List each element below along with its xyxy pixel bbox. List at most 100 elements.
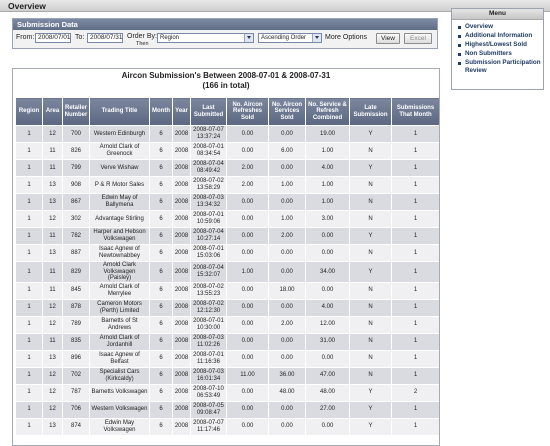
order-by-label: Order By: (127, 33, 157, 40)
table-cell: 2008 (172, 281, 191, 300)
view-button[interactable]: View (376, 33, 400, 44)
table-cell: 2008-07-03 11:02:26 (190, 332, 227, 351)
table-cell: 11.00 (226, 366, 269, 385)
excel-button[interactable]: Excel (404, 33, 432, 44)
table-row: 1 12 789 Barnetts of St Andrews 6 2008 2008-07… (15, 315, 439, 334)
from-date-input[interactable]: 2008/07/01 (35, 33, 71, 43)
column-header: Month (149, 97, 173, 126)
table-cell: 2.00 (268, 227, 306, 245)
table-cell: Western Edinburgh (89, 125, 150, 143)
table-cell: 782 (62, 227, 90, 245)
table-cell: 1 (391, 349, 439, 368)
table-row: 1 11 835 Arnold Clark of Jordanhill 6 2008 200… (15, 332, 439, 351)
menu-list: Overview Additional Information Highest/… (452, 20, 543, 75)
column-header: Submissions That Month (391, 97, 439, 126)
menu-item-non-submitters[interactable]: Non Submitters (458, 50, 543, 58)
report-title-line2: (166 in total) (202, 81, 250, 90)
table-cell: 12 (42, 315, 63, 334)
table-cell: 1 (391, 142, 439, 160)
table-cell: 1 (391, 244, 439, 262)
table-cell: Arnold Clark of Greenock (89, 142, 150, 160)
table-cell: 6 (149, 315, 173, 334)
table-cell: 12.00 (305, 315, 350, 334)
table-cell: 6 (149, 193, 173, 211)
table-cell: 2008-07-04 15:32:07 (190, 261, 227, 283)
table-cell: Isaac Agnew of Newtownabbey (89, 244, 150, 262)
table-cell: 0.00 (268, 417, 306, 436)
table-cell: 0.00 (226, 332, 269, 351)
menu-item-overview[interactable]: Overview (458, 23, 543, 31)
table-cell: N (349, 142, 392, 160)
table-cell: 1 (15, 159, 43, 177)
table-row: 1 11 782 Harper and Hebson Volkswagen 6 2008 2… (15, 227, 439, 245)
table-row: 1 11 799 Verve Wishaw 6 2008 2008-07-04 08:49:… (15, 159, 439, 177)
more-options-link[interactable]: More Options (325, 34, 367, 41)
table-cell: 1 (15, 193, 43, 211)
table-cell: 1.00 (268, 210, 306, 228)
table-cell: 0.00 (268, 298, 306, 317)
table-cell: N (349, 315, 392, 334)
table-cell: 0.00 (226, 298, 269, 317)
to-date-input[interactable]: 2008/07/31 (87, 33, 123, 43)
table-cell: 47.00 (305, 366, 350, 385)
sort-direction-select[interactable]: Ascending Order (258, 33, 322, 43)
table-row: 1 13 896 Isaac Agnew of Belfast 6 2008 2008-07… (15, 349, 439, 368)
table-cell: 1 (391, 159, 439, 177)
table-cell: 0.00 (226, 210, 269, 228)
menu-item-submission-participation-review[interactable]: Submission Participation Review (458, 59, 543, 75)
table-cell: Y (349, 383, 392, 402)
table-cell: 1 (391, 332, 439, 351)
table-cell: 2008-07-04 08:49:42 (190, 159, 227, 177)
table-row: 1 12 700 Western Edinburgh 6 2008 2008-07-07 1… (15, 125, 439, 143)
side-menu: Menu Overview Additional Information Hig… (451, 8, 544, 90)
menu-item-additional-information[interactable]: Additional Information (458, 32, 543, 40)
menu-item-highest-lowest-sold[interactable]: Highest/Lowest Sold (458, 41, 543, 49)
table-cell: 0.00 (226, 349, 269, 368)
table-cell: 0.00 (305, 417, 350, 436)
table-cell: 2008-07-01 08:34:54 (190, 142, 227, 160)
table-cell: 0.00 (305, 227, 350, 245)
table-cell: 1 (391, 125, 439, 143)
table-cell: 878 (62, 298, 90, 317)
table-cell: 2008-07-05 09:08:47 (190, 400, 227, 419)
table-cell: 826 (62, 142, 90, 160)
table-cell: Arnold Clark Volkswagen (Paisley) (89, 261, 150, 283)
table-cell: Edwin May Volkswagen (89, 417, 150, 436)
chevron-down-icon (312, 34, 321, 42)
table-cell: 1 (391, 400, 439, 419)
table-cell: 0.00 (305, 244, 350, 262)
table-cell: 789 (62, 315, 90, 334)
table-row: 1 13 867 Edwin May of Ballymena 6 2008 2008-07… (15, 193, 439, 211)
column-header: Trading Title (89, 97, 150, 126)
table-cell: 1.00 (226, 261, 269, 283)
table-cell: 11 (42, 227, 63, 245)
table-row: 1 13 908 P & R Motor Sales 6 2008 2008-07-02 1… (15, 176, 439, 194)
table-cell: 2008 (172, 210, 191, 228)
table-cell: Barnetts Volkswagen (89, 383, 150, 402)
table-cell: 4.00 (305, 298, 350, 317)
table-cell: 1 (391, 193, 439, 211)
table-cell: 2.00 (226, 176, 269, 194)
table-cell: Advantage Stirling (89, 210, 150, 228)
table-cell: 0.00 (226, 400, 269, 419)
table-row: 1 12 878 Cameron Motors (Perth) Limited 6 200… (15, 298, 439, 317)
table-cell: 908 (62, 176, 90, 194)
table-cell: 13 (42, 193, 63, 211)
report-title: Aircon Submission's Between 2008-07-01 &… (13, 71, 439, 91)
table-cell: 1 (391, 210, 439, 228)
column-header: Late Submission (349, 97, 392, 126)
table-cell: 0.00 (268, 261, 306, 283)
table-cell: 36.00 (268, 366, 306, 385)
table-cell: 1 (15, 142, 43, 160)
table-cell: Y (349, 261, 392, 283)
table-cell: 1 (15, 349, 43, 368)
table-cell: 12 (42, 125, 63, 143)
table-cell: Arnold Clark of Merrylee (89, 281, 150, 300)
table-cell: Y (349, 417, 392, 436)
table-cell: 702 (62, 366, 90, 385)
table-cell: 0.00 (268, 244, 306, 262)
order-by-select[interactable]: Region (157, 33, 254, 43)
table-cell: 0.00 (305, 281, 350, 300)
table-cell: 787 (62, 383, 90, 402)
column-header: Last Submitted (190, 97, 227, 126)
